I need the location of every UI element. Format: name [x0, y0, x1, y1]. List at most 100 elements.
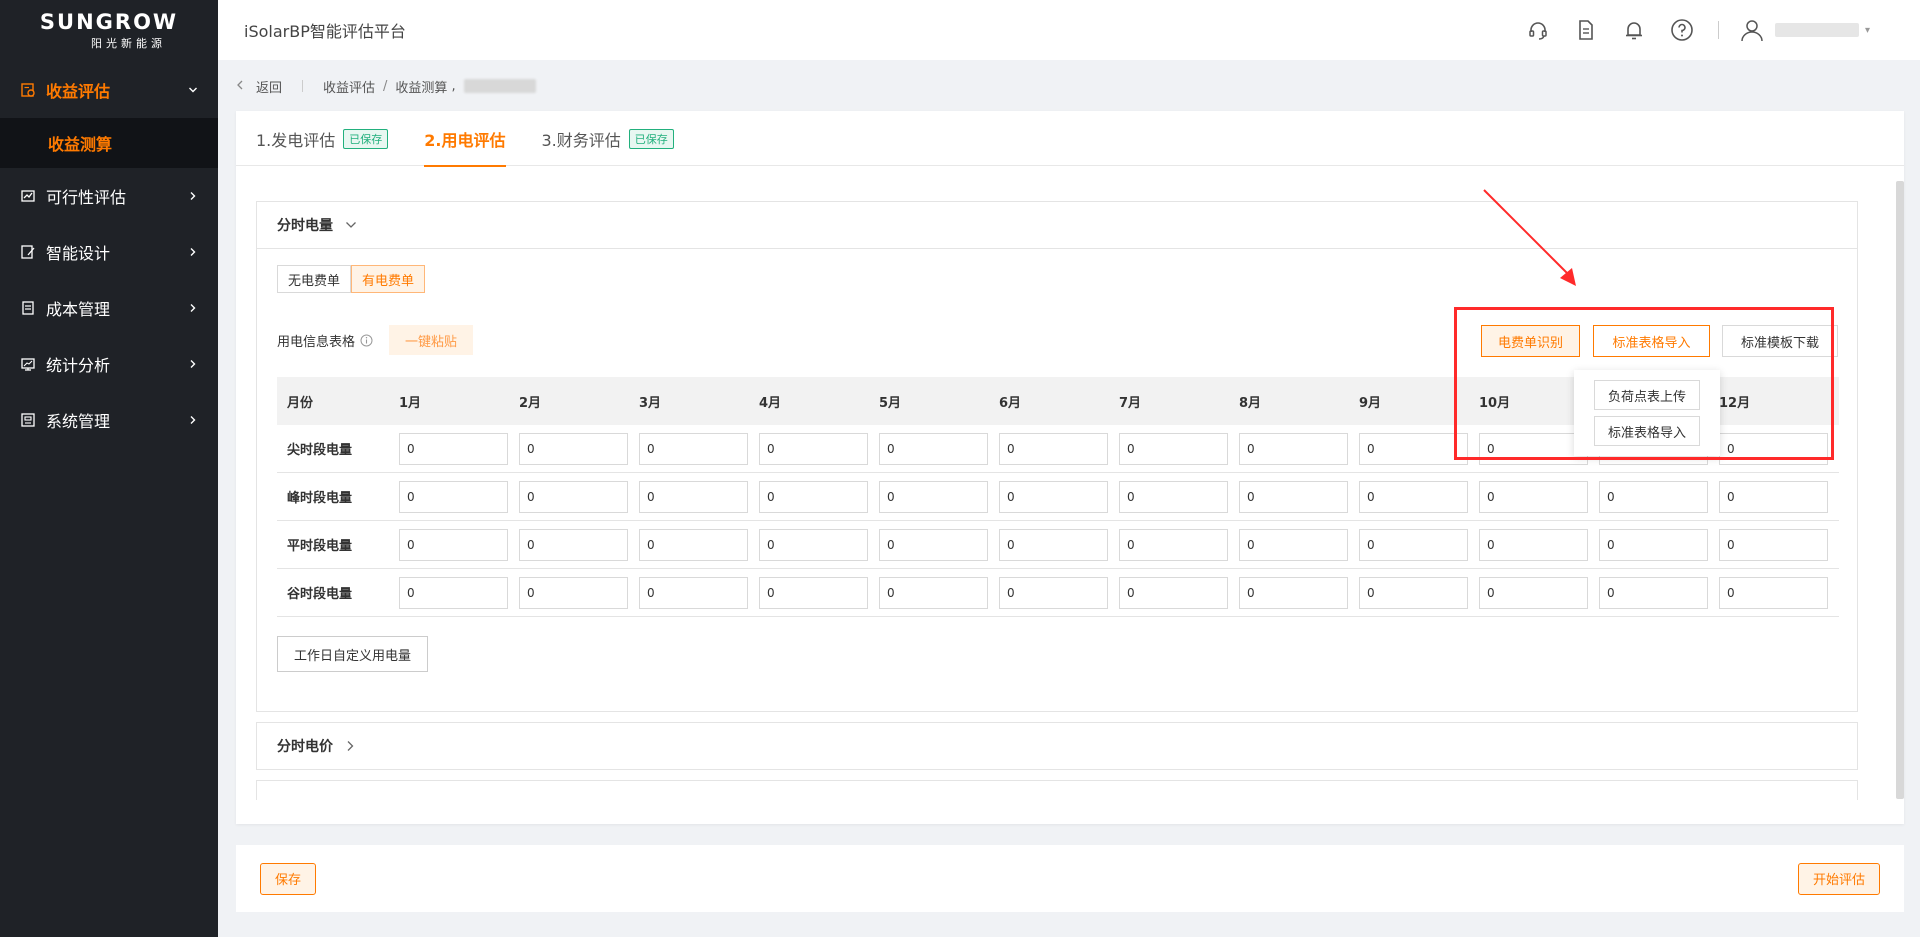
sidebar-item-cost[interactable]: 成本管理 — [0, 280, 218, 336]
breadcrumb-item-revenue[interactable]: 收益评估 — [323, 77, 375, 96]
energy-input[interactable] — [1359, 480, 1468, 513]
energy-input[interactable] — [999, 480, 1108, 513]
help-icon[interactable] — [1670, 18, 1694, 42]
energy-input[interactable] — [399, 432, 508, 465]
energy-input[interactable] — [999, 576, 1108, 609]
energy-input[interactable] — [1239, 480, 1348, 513]
energy-input[interactable] — [1479, 576, 1588, 609]
sidebar-menu: 收益评估 收益测算 可行性评估 智能设计 成本管理 统计分析 系统管理 — [0, 62, 218, 448]
sidebar-item-revenue[interactable]: 收益评估 — [0, 62, 218, 118]
energy-input[interactable] — [639, 576, 748, 609]
footer-bar: 保存 开始评估 — [236, 845, 1904, 912]
revenue-icon — [20, 82, 36, 98]
energy-input[interactable] — [1359, 576, 1468, 609]
section-header[interactable]: 分时电量 — [257, 202, 1857, 248]
energy-input[interactable] — [879, 432, 988, 465]
avatar-icon[interactable] — [1739, 17, 1765, 43]
custom-weekday-button[interactable]: 工作日自定义用电量 — [277, 636, 429, 672]
start-evaluation-button[interactable]: 开始评估 — [1797, 862, 1880, 895]
energy-input[interactable] — [1119, 480, 1228, 513]
table-row: 平时段电量 — [277, 521, 1839, 569]
energy-input[interactable] — [1239, 528, 1348, 561]
sidebar-subitem-revenue-calc[interactable]: 收益测算 — [0, 118, 218, 168]
toggle-has-bill[interactable]: 有电费单 — [351, 265, 426, 293]
table-cell — [879, 528, 999, 561]
username-redacted[interactable] — [1774, 23, 1859, 37]
energy-input[interactable] — [1479, 480, 1588, 513]
chevron-down-icon — [188, 85, 198, 95]
template-download-button[interactable]: 标准模板下载 — [1722, 325, 1838, 357]
energy-input[interactable] — [759, 432, 868, 465]
top-header: iSolarBP智能评估平台 ▾ — [218, 0, 1920, 60]
energy-input[interactable] — [519, 528, 628, 561]
one-click-paste-button[interactable]: 一键粘贴 — [389, 325, 474, 355]
energy-input[interactable] — [1359, 432, 1468, 465]
info-icon[interactable] — [360, 334, 373, 347]
energy-input[interactable] — [519, 480, 628, 513]
table-cell — [879, 480, 999, 513]
energy-input[interactable] — [759, 528, 868, 561]
menu-item-standard-import[interactable]: 标准表格导入 — [1594, 416, 1700, 446]
energy-input[interactable] — [639, 528, 748, 561]
sidebar-item-system[interactable]: 系统管理 — [0, 392, 218, 448]
energy-input[interactable] — [1719, 432, 1828, 465]
tab-generation[interactable]: 1.发电评估 已保存 — [256, 111, 389, 166]
menu-item-load-upload[interactable]: 负荷点表上传 — [1594, 380, 1700, 410]
table-cell — [1119, 528, 1239, 561]
saved-badge: 已保存 — [343, 128, 389, 149]
energy-input[interactable] — [1119, 528, 1228, 561]
energy-input[interactable] — [999, 432, 1108, 465]
table-cell — [1479, 480, 1599, 513]
energy-input[interactable] — [1599, 528, 1708, 561]
table-row: 峰时段电量 — [277, 473, 1839, 521]
energy-input[interactable] — [879, 528, 988, 561]
column-header-month-3: 3月 — [639, 395, 662, 411]
energy-input[interactable] — [1719, 480, 1828, 513]
energy-input[interactable] — [639, 480, 748, 513]
energy-input[interactable] — [399, 576, 508, 609]
tab-finance[interactable]: 3.财务评估 已保存 — [542, 111, 674, 166]
energy-input[interactable] — [1599, 480, 1708, 513]
headset-icon[interactable] — [1526, 18, 1550, 42]
header-divider — [1717, 21, 1719, 39]
energy-input[interactable] — [1719, 576, 1828, 609]
scrollbar[interactable] — [1896, 181, 1904, 799]
energy-input[interactable] — [1479, 432, 1588, 465]
caret-down-icon[interactable]: ▾ — [1865, 25, 1870, 36]
energy-input[interactable] — [1239, 576, 1348, 609]
chevron-right-icon — [345, 740, 355, 752]
energy-input[interactable] — [1119, 432, 1228, 465]
energy-input[interactable] — [1359, 528, 1468, 561]
energy-input[interactable] — [759, 480, 868, 513]
sidebar-item-feasibility[interactable]: 可行性评估 — [0, 168, 218, 224]
energy-input[interactable] — [1719, 528, 1828, 561]
energy-input[interactable] — [519, 432, 628, 465]
energy-input[interactable] — [879, 576, 988, 609]
sidebar-item-label: 成本管理 — [46, 300, 111, 319]
section-header[interactable]: 分时电价 — [257, 723, 1857, 769]
energy-input[interactable] — [879, 480, 988, 513]
breadcrumb-comma: , — [451, 78, 456, 94]
energy-input[interactable] — [759, 576, 868, 609]
energy-input[interactable] — [519, 576, 628, 609]
energy-input[interactable] — [399, 528, 508, 561]
energy-input[interactable] — [639, 432, 748, 465]
bell-icon[interactable] — [1622, 18, 1646, 42]
tab-consumption[interactable]: 2.用电评估 — [424, 111, 506, 167]
energy-input[interactable] — [1599, 576, 1708, 609]
save-button[interactable]: 保存 — [260, 862, 317, 895]
table-cell — [1239, 576, 1359, 609]
energy-input[interactable] — [1239, 432, 1348, 465]
bill-recognize-button[interactable]: 电费单识别 — [1481, 325, 1581, 357]
sidebar-item-statistics[interactable]: 统计分析 — [0, 336, 218, 392]
back-button[interactable]: 返回 — [236, 77, 282, 96]
document-icon[interactable] — [1574, 18, 1598, 42]
energy-input[interactable] — [399, 480, 508, 513]
energy-input[interactable] — [1479, 528, 1588, 561]
sidebar-item-design[interactable]: 智能设计 — [0, 224, 218, 280]
toggle-no-bill[interactable]: 无电费单 — [277, 265, 352, 293]
table-row: 谷时段电量 — [277, 569, 1839, 617]
energy-input[interactable] — [999, 528, 1108, 561]
energy-input[interactable] — [1119, 576, 1228, 609]
standard-import-button[interactable]: 标准表格导入 — [1593, 325, 1710, 357]
